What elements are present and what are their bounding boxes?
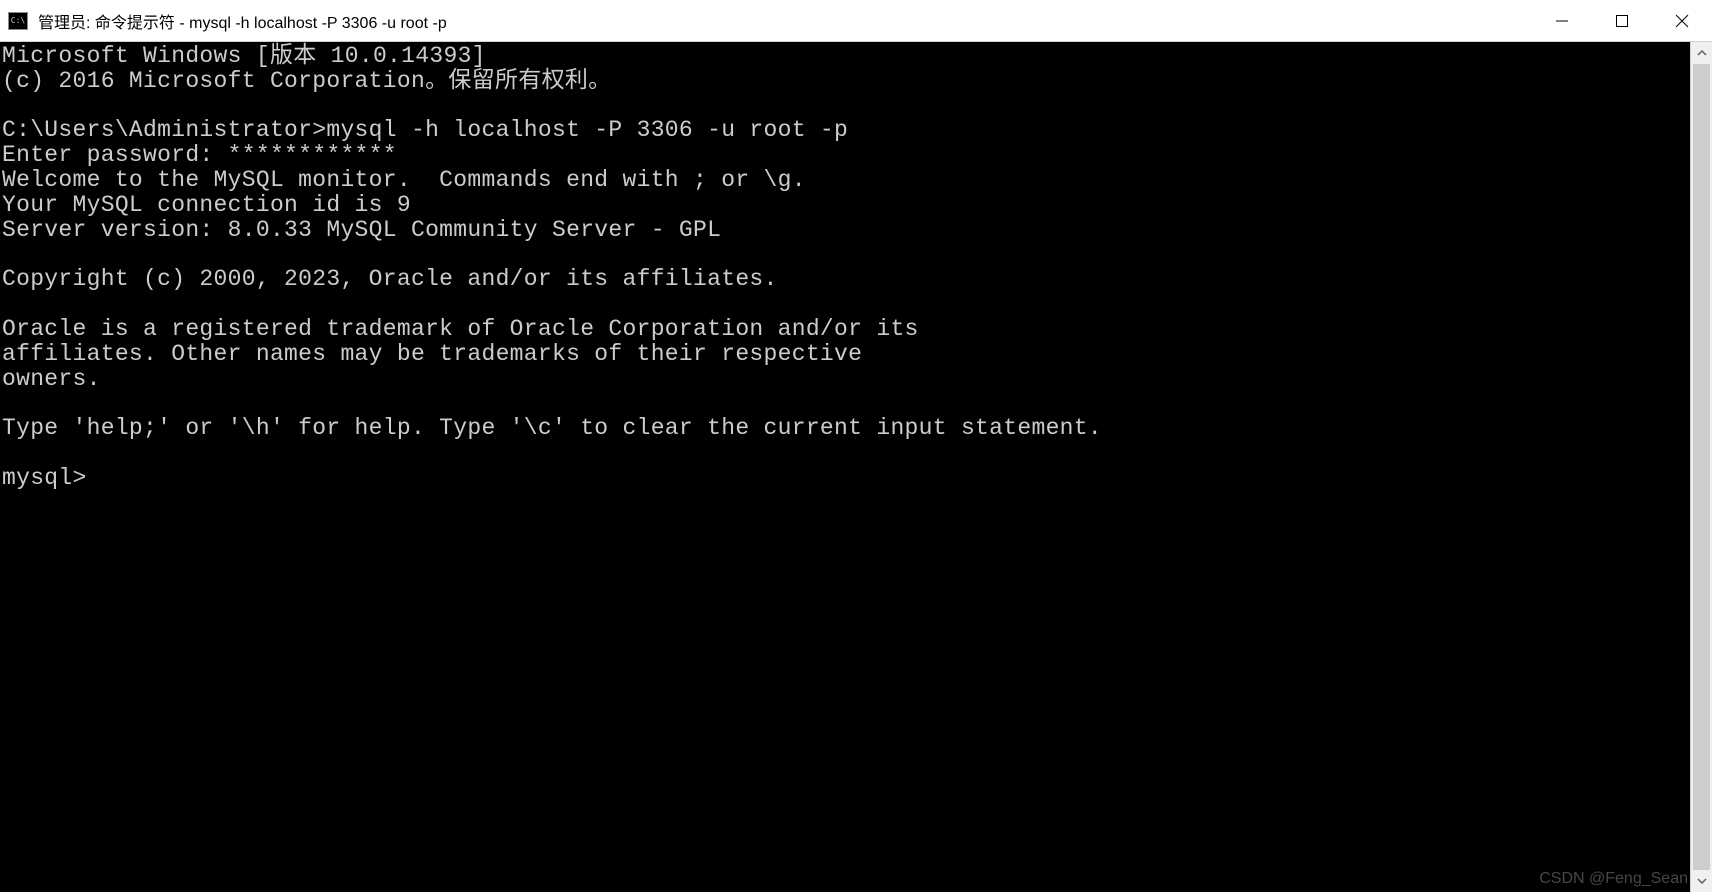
minimize-button[interactable] bbox=[1532, 0, 1592, 41]
minimize-icon bbox=[1555, 14, 1569, 28]
window-titlebar[interactable]: C:\ 管理员: 命令提示符 - mysql -h localhost -P 3… bbox=[0, 0, 1712, 42]
chevron-up-icon bbox=[1697, 48, 1707, 58]
scroll-down-arrow[interactable] bbox=[1691, 870, 1712, 892]
vertical-scrollbar[interactable] bbox=[1690, 42, 1712, 892]
cmd-icon: C:\ bbox=[8, 12, 28, 30]
window-controls bbox=[1532, 0, 1712, 41]
maximize-icon bbox=[1615, 14, 1629, 28]
close-icon bbox=[1675, 14, 1689, 28]
scroll-thumb[interactable] bbox=[1693, 64, 1710, 870]
scroll-track[interactable] bbox=[1691, 64, 1712, 870]
close-button[interactable] bbox=[1652, 0, 1712, 41]
maximize-button[interactable] bbox=[1592, 0, 1652, 41]
terminal-output[interactable]: Microsoft Windows [版本 10.0.14393] (c) 20… bbox=[0, 42, 1690, 892]
terminal-wrapper: Microsoft Windows [版本 10.0.14393] (c) 20… bbox=[0, 42, 1712, 892]
scroll-up-arrow[interactable] bbox=[1691, 42, 1712, 64]
window-title: 管理员: 命令提示符 - mysql -h localhost -P 3306 … bbox=[38, 9, 1532, 33]
chevron-down-icon bbox=[1697, 876, 1707, 886]
